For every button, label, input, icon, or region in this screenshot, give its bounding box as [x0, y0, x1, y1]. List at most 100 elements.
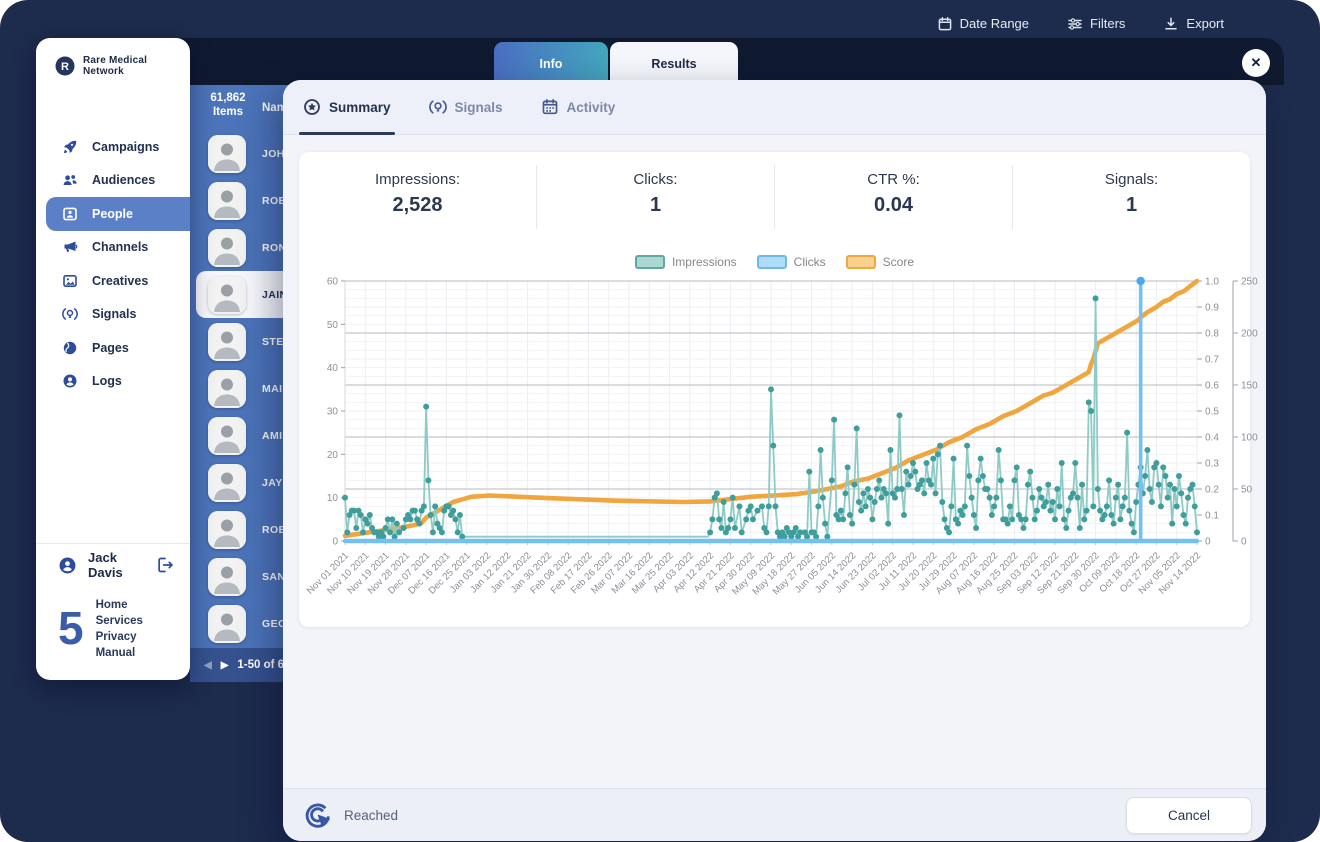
stat-signals-label: Signals: — [1104, 171, 1159, 188]
svg-text:200: 200 — [1241, 329, 1258, 340]
svg-text:150: 150 — [1241, 381, 1258, 392]
stat-signals-value: 1 — [1125, 194, 1138, 216]
logo[interactable]: R Rare Medical Network — [36, 38, 190, 77]
stat-impressions-label: Impressions: — [374, 171, 461, 188]
avatar — [208, 275, 246, 314]
avatar — [208, 510, 246, 549]
legend-item-score[interactable]: Score — [845, 255, 914, 269]
legend-label: Impressions — [671, 255, 737, 269]
stat-ctr: CTR %: 0.04 — [774, 165, 1012, 229]
sidebar-item-logs[interactable]: Logs — [36, 365, 190, 399]
stat-impressions-value: 2,528 — [392, 194, 443, 216]
tab-activity-label: Activity — [566, 99, 616, 115]
calendar-icon — [937, 16, 953, 32]
sidebar-item-signals[interactable]: Signals — [36, 298, 190, 332]
footer-link-services[interactable]: Services — [96, 614, 143, 629]
tab-results[interactable]: Results — [610, 42, 738, 85]
avatar — [208, 181, 246, 220]
star-circle-icon — [303, 98, 321, 116]
cursor-click-icon — [305, 803, 330, 828]
tab-summary[interactable]: Summary — [299, 80, 395, 135]
tab-signals[interactable]: Signals — [428, 80, 503, 135]
legend-item-clicks[interactable]: Clicks — [756, 255, 826, 269]
logout-icon[interactable] — [156, 556, 174, 574]
legend-swatch — [845, 255, 876, 269]
export-button[interactable]: Export — [1163, 16, 1224, 32]
footer-link-home[interactable]: Home — [96, 598, 143, 613]
date-range-label: Date Range — [959, 16, 1030, 31]
person-name: JOH — [262, 147, 285, 160]
person-name: AMI — [262, 429, 283, 442]
users-icon — [62, 172, 78, 188]
prev-page-icon[interactable]: ◀ — [204, 660, 212, 671]
globe-icon — [62, 340, 78, 356]
modal-tabs: Summary Signals Activity — [283, 80, 1266, 135]
svg-text:R: R — [61, 61, 69, 73]
stat-clicks: Clicks: 1 — [536, 165, 774, 229]
user-row[interactable]: Jack Davis — [36, 550, 190, 580]
sidebar-item-audiences[interactable]: Audiences — [36, 164, 190, 198]
cancel-button[interactable]: Cancel — [1126, 796, 1252, 834]
download-icon — [1163, 16, 1179, 32]
chart-legend: Impressions Clicks Score — [299, 255, 1250, 269]
date-range-button[interactable]: Date Range — [937, 16, 1029, 32]
chart-area: Nov 01 2021 Nov 10 2021 Nov 19 2021 Nov 28 … — [299, 273, 1258, 603]
footer-link-privacy[interactable]: Privacy — [96, 630, 143, 645]
close-icon: ✕ — [1250, 55, 1262, 70]
svg-text:0: 0 — [1205, 537, 1211, 548]
next-page-icon[interactable]: ▶ — [221, 660, 229, 671]
avatar — [208, 134, 246, 173]
person-icon — [62, 373, 78, 389]
sidebar-item-creatives[interactable]: Creatives — [36, 264, 190, 298]
timeseries-chart[interactable]: Nov 01 2021Nov 10 2021Nov 19 2021Nov 28 … — [305, 273, 1258, 603]
sidebar-item-campaigns[interactable]: Campaigns — [36, 130, 190, 164]
svg-text:0.8: 0.8 — [1205, 329, 1219, 340]
filters-button[interactable]: Filters — [1067, 16, 1125, 32]
svg-text:1.0: 1.0 — [1205, 277, 1219, 288]
avatar — [208, 604, 246, 643]
svg-text:0.7: 0.7 — [1205, 355, 1219, 366]
items-count: 61,862 — [210, 92, 246, 104]
sidebar-item-people[interactable]: People — [46, 197, 190, 231]
image-icon — [62, 273, 78, 289]
brand-logo-icon: R — [55, 56, 75, 76]
items-count-label: Items — [212, 106, 244, 118]
pagination-label: 1-50 of 6 — [237, 659, 285, 671]
avatar — [208, 557, 246, 596]
sidebar-item-channels[interactable]: Channels — [36, 231, 190, 265]
sidebar: R Rare Medical Network Campaigns Audience… — [36, 38, 190, 680]
close-button[interactable]: ✕ — [1242, 49, 1270, 77]
legend-swatch — [634, 255, 665, 269]
card-icon — [62, 206, 78, 222]
sidebar-item-label: Audiences — [92, 173, 156, 188]
svg-text:0.3: 0.3 — [1205, 459, 1219, 470]
sidebar-item-pages[interactable]: Pages — [36, 331, 190, 365]
stat-clicks-label: Clicks: — [633, 171, 678, 188]
footer-link-manual[interactable]: Manual — [96, 646, 143, 661]
person-name: STE — [262, 335, 284, 348]
sidebar-divider — [36, 543, 190, 544]
avatar — [208, 322, 246, 361]
tab-activity[interactable]: Activity — [541, 80, 616, 135]
svg-text:50: 50 — [1241, 485, 1253, 496]
export-label: Export — [1186, 16, 1224, 31]
calendar-grid-icon — [541, 98, 559, 116]
stat-signals: Signals: 1 — [1012, 165, 1250, 229]
sidebar-footer: 5 Home Services Privacy Manual — [58, 598, 143, 661]
megaphone-icon — [62, 239, 78, 255]
sidebar-item-label: People — [92, 206, 133, 221]
svg-text:0.1: 0.1 — [1205, 511, 1219, 522]
svg-text:30: 30 — [327, 407, 339, 418]
tab-signals-label: Signals — [454, 99, 503, 115]
legend-item-impressions[interactable]: Impressions — [634, 255, 737, 269]
stats-row: Impressions: 2,528 Clicks: 1 CTR %: 0.04… — [299, 152, 1250, 229]
footer-links: Home Services Privacy Manual — [96, 598, 143, 661]
summary-card: Impressions: 2,528 Clicks: 1 CTR %: 0.04… — [299, 152, 1258, 627]
legend-swatch — [756, 255, 787, 269]
svg-text:0.2: 0.2 — [1205, 485, 1219, 496]
sidebar-item-label: Pages — [92, 340, 129, 355]
svg-text:0: 0 — [332, 537, 338, 548]
svg-text:20: 20 — [327, 450, 339, 461]
svg-text:60: 60 — [327, 277, 339, 288]
footer-logo[interactable]: 5 — [58, 598, 84, 661]
